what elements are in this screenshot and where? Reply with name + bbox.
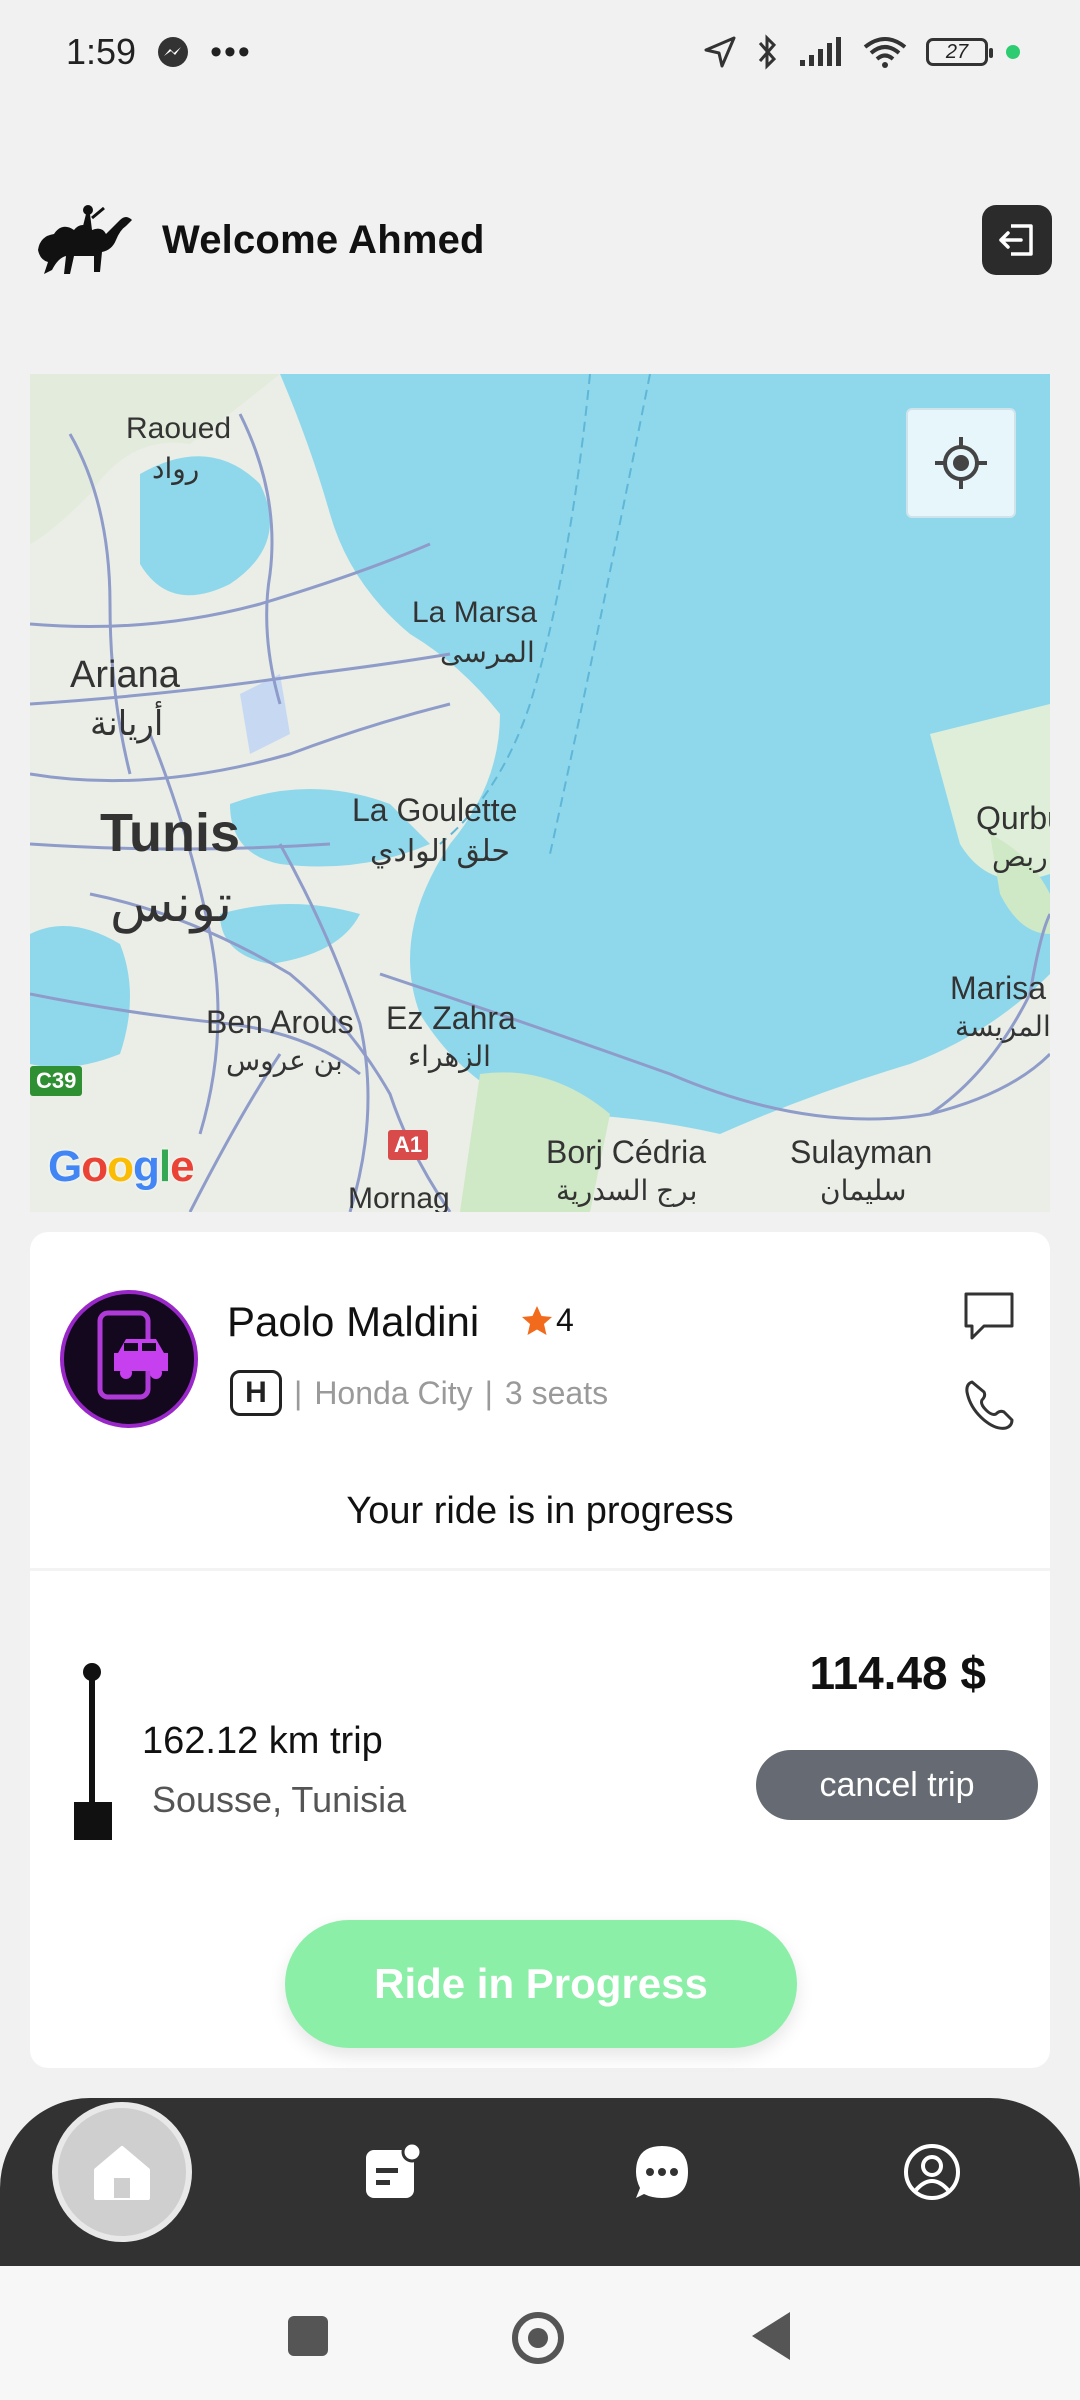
car-seats: 3 seats: [504, 1374, 609, 1411]
location-arrow-icon: [704, 36, 736, 68]
home-icon: [94, 2146, 150, 2200]
status-bar-left: 1:59 •••: [66, 31, 252, 73]
map-label-tunis: Tunis: [100, 803, 240, 863]
nav-profile[interactable]: [862, 2102, 1002, 2242]
trip-price: 114.48 $: [809, 1647, 986, 1699]
messenger-icon: [158, 37, 189, 67]
privacy-indicator-dot: [1006, 45, 1020, 59]
battery-icon: 27: [926, 38, 993, 66]
status-bar-right: 27: [702, 33, 1020, 71]
map-label-raoued-ar: رواد: [152, 453, 200, 484]
map-label-ez-zahra: Ez Zahra: [386, 1000, 516, 1036]
honda-logo-icon: H: [230, 1370, 282, 1416]
map-background: [30, 374, 1050, 1212]
message-driver-icon[interactable]: [962, 1290, 1016, 1342]
rating-value: 4: [556, 1302, 574, 1338]
map-label-mornag: Mornag: [348, 1182, 450, 1212]
app-header: Welcome Ahmed: [30, 190, 1052, 290]
map-label-marisa: Marisa: [950, 970, 1047, 1006]
map-label-tunis-ar: تونس: [110, 875, 233, 933]
status-bar: 1:59 ••• 27: [0, 0, 1080, 104]
bottom-navigation: [0, 2098, 1080, 2266]
map-label-la-marsa-ar: المرسى: [440, 637, 535, 668]
system-home-button[interactable]: [512, 2312, 564, 2364]
trip-distance: 162.12 km trip: [142, 1720, 383, 1762]
map-label-raoued: Raoued: [126, 412, 232, 445]
ride-card: Paolo Maldini 4 H | Honda City | 3 seats…: [30, 1232, 1050, 2068]
camel-logo: [38, 205, 132, 274]
map-label-la-marsa: La Marsa: [412, 596, 538, 629]
map-label-la-goulette-ar: حلق الوادي: [370, 835, 510, 868]
crosshair-location-icon: [935, 437, 987, 489]
nav-messages[interactable]: [592, 2102, 732, 2242]
my-location-button[interactable]: [906, 408, 1016, 518]
wifi-icon: [863, 37, 907, 68]
battery-level: 27: [945, 40, 969, 63]
user-profile-icon: [904, 2144, 960, 2200]
road-sign-c39: C39: [30, 1066, 83, 1096]
map-label-sulayman: Sulayman: [790, 1134, 933, 1170]
map-label-borj-cedria: Borj Cédria: [546, 1134, 707, 1170]
map-label-qurbus-ar: ربص: [992, 841, 1048, 872]
call-driver-icon[interactable]: [962, 1378, 1016, 1432]
ride-status-text: Your ride is in progress: [346, 1490, 734, 1532]
driver-avatar: [60, 1290, 198, 1428]
taxi-app-icon: [97, 1310, 168, 1400]
map-view[interactable]: Raoued رواد La Marsa المرسى Ariana أريان…: [30, 374, 1050, 1212]
car-model: Honda City: [314, 1374, 473, 1411]
route-pin-icon: [74, 1663, 112, 1840]
trip-destination: Sousse, Tunisia: [152, 1779, 407, 1820]
car-info: H | Honda City | 3 seats: [230, 1370, 608, 1416]
car-separator-1: |: [294, 1374, 303, 1411]
map-label-ariana: Ariana: [70, 654, 180, 696]
chat-bubble-icon: [636, 2146, 688, 2198]
ride-in-progress-button[interactable]: Ride in Progress: [285, 1920, 797, 2048]
bluetooth-icon: [758, 34, 777, 70]
star-icon: [522, 1305, 552, 1335]
map-label-marisa-ar: المريسة: [955, 1011, 1050, 1042]
system-navigation-bar: [0, 2266, 1080, 2400]
recent-apps-button[interactable]: [288, 2316, 328, 2356]
logout-icon: [999, 224, 1033, 256]
more-notifications-icon: •••: [210, 32, 252, 71]
card-divider: [30, 1568, 1050, 1571]
status-time: 1:59: [66, 31, 137, 72]
cancel-trip-button[interactable]: cancel trip: [756, 1750, 1038, 1820]
road-sign-a1: A1: [388, 1130, 429, 1160]
nav-home[interactable]: [52, 2102, 192, 2242]
driver-rating: 4: [520, 1302, 574, 1339]
welcome-block: Welcome Ahmed: [30, 200, 485, 280]
map-label-sulayman-ar: سليمان: [820, 1175, 907, 1206]
welcome-title: Welcome Ahmed: [162, 217, 485, 262]
notes-icon: [366, 2142, 422, 2198]
map-label-ez-zahra-ar: الزهراء: [408, 1041, 491, 1072]
driver-name: Paolo Maldini: [227, 1298, 480, 1345]
map-label-borj-cedria-ar: برج السدرية: [556, 1175, 698, 1206]
map-label-la-goulette: La Goulette: [352, 792, 518, 828]
signal-icon: [800, 37, 841, 66]
map-label-ariana-ar: أريانة: [90, 705, 164, 743]
map-label-ben-arous: Ben Arous: [206, 1004, 354, 1040]
system-back-button[interactable]: [752, 2312, 790, 2360]
map-label-qurbus: Qurbu: [976, 800, 1050, 836]
logout-button[interactable]: [982, 205, 1052, 275]
nav-trips[interactable]: [322, 2102, 462, 2242]
google-logo: Google: [48, 1142, 195, 1191]
car-separator-2: |: [484, 1374, 493, 1411]
map-label-ben-arous-ar: بن عروس: [226, 1045, 343, 1076]
